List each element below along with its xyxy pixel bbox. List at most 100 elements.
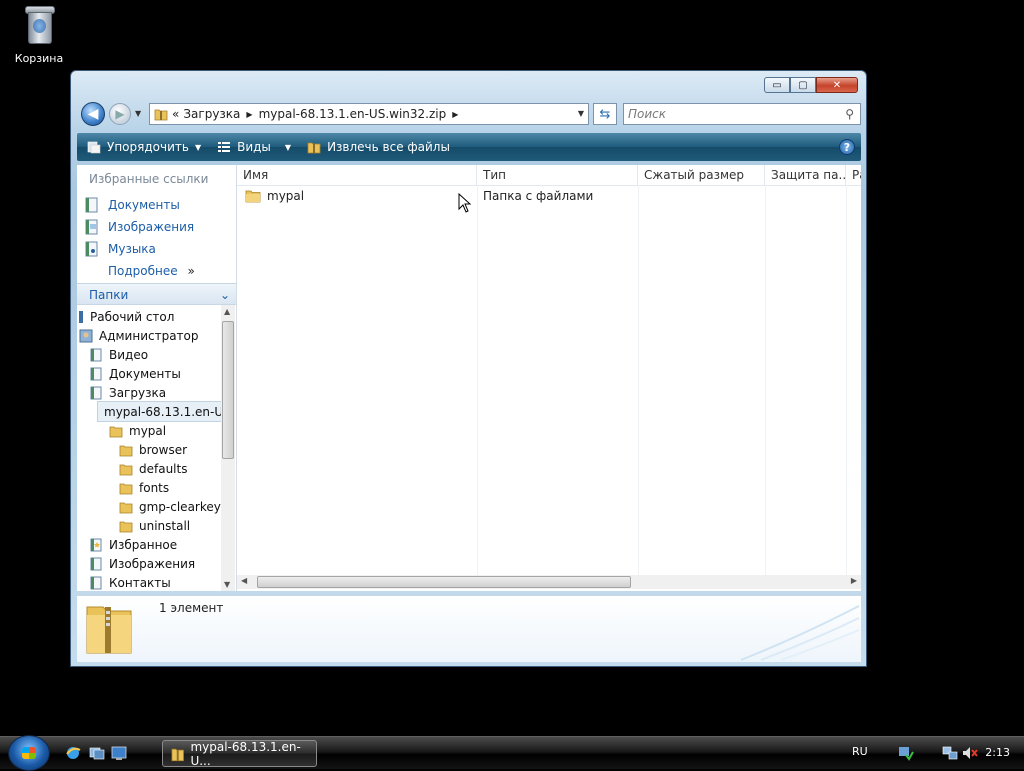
column-divider — [477, 185, 478, 575]
search-icon[interactable]: ⚲ — [845, 107, 854, 121]
quicklaunch-show-desktop[interactable] — [110, 745, 128, 761]
breadcrumb-separator-icon[interactable]: ▶ — [246, 110, 252, 119]
chevron-down-icon: ▼ — [194, 142, 202, 152]
quicklaunch-ie[interactable] — [64, 745, 82, 761]
tree-item-fonts[interactable]: fonts — [119, 478, 169, 497]
tree-item-documents[interactable]: Документы — [89, 364, 181, 383]
caption-buttons: ▭ ▢ ✕ — [764, 77, 858, 93]
taskbar-window-button[interactable]: mypal-68.13.1.en-U... — [162, 739, 317, 768]
item-count: 1 элемент — [159, 601, 224, 615]
forward-arrow-icon: ▶ — [115, 107, 125, 121]
back-button[interactable]: ◀ — [81, 102, 105, 126]
volume-muted-icon[interactable] — [962, 745, 978, 761]
organize-icon — [87, 141, 101, 154]
minimize-button[interactable]: ▭ — [764, 77, 790, 93]
tree-item-label: uninstall — [139, 518, 191, 533]
zip-folder-icon — [154, 109, 168, 121]
tree-item-video[interactable]: Видео — [89, 345, 148, 364]
help-button[interactable]: ? — [839, 139, 855, 155]
column-header-password[interactable]: Защита па... — [765, 165, 846, 185]
column-header-size[interactable]: Ра — [846, 165, 861, 185]
favorite-link-music[interactable]: Музыка — [77, 238, 236, 260]
organize-label: Упорядочить — [107, 140, 189, 154]
scroll-up-icon[interactable]: ▲ — [224, 307, 230, 316]
pictures-icon — [90, 557, 102, 570]
views-button[interactable]: Виды ▼ — [217, 140, 291, 154]
favorite-link-label: Музыка — [108, 242, 156, 256]
folders-header[interactable]: Папки ⌄ — [77, 283, 236, 305]
more-favorites-link[interactable]: Подробнее » — [77, 260, 236, 282]
tree-item-gmp-clearkey[interactable]: gmp-clearkey — [119, 497, 221, 516]
tree-item-pictures[interactable]: Изображения — [89, 554, 195, 573]
network-icon[interactable] — [942, 745, 958, 761]
tree-item-admin[interactable]: Администратор — [79, 326, 199, 345]
forward-button[interactable]: ▶ — [109, 103, 131, 125]
address-dropdown-icon[interactable]: ▼ — [578, 109, 584, 118]
taskbar-window-label: mypal-68.13.1.en-U... — [190, 739, 301, 768]
extract-folder-icon — [307, 142, 321, 154]
extract-all-button[interactable]: Извлечь все файлы — [307, 140, 450, 154]
folder-tree-scrollbar[interactable]: ▲ ▼ — [221, 305, 235, 591]
navigation-bar: ◀ ▶ ▼ « Загрузка ▶ mypal-68.13.1.en-US.w… — [79, 101, 861, 127]
clock[interactable]: 2:13 — [985, 746, 1010, 759]
recycle-bin-desktop-icon[interactable]: Корзина — [10, 2, 68, 65]
folder-icon — [119, 445, 133, 456]
refresh-button[interactable]: ⇆ — [593, 103, 617, 125]
address-bar[interactable]: « Загрузка ▶ mypal-68.13.1.en-US.win32.z… — [149, 103, 589, 125]
column-header-compressed-size[interactable]: Сжатый размер — [638, 165, 765, 185]
favorite-link-pictures[interactable]: Изображения — [77, 216, 236, 238]
column-header-type[interactable]: Тип — [477, 165, 638, 185]
tree-item-label: mypal — [129, 423, 167, 438]
tree-item-desktop[interactable]: Рабочий стол — [79, 307, 174, 326]
scroll-left-icon[interactable]: ◀ — [241, 576, 247, 585]
breadcrumb-zip[interactable]: mypal-68.13.1.en-US.win32.zip — [259, 107, 447, 121]
file-row[interactable]: mypal Папка с файлами — [237, 185, 861, 206]
start-button[interactable] — [8, 735, 50, 771]
favorite-link-documents[interactable]: Документы — [77, 194, 236, 216]
breadcrumb-downloads[interactable]: Загрузка — [183, 107, 240, 121]
close-button[interactable]: ✕ — [816, 77, 858, 93]
scroll-down-icon[interactable]: ▼ — [224, 580, 230, 589]
file-list: Имя Тип Сжатый размер Защита па... Ра my… — [237, 165, 861, 591]
tree-item-label: browser — [139, 442, 188, 457]
tree-item-favorites[interactable]: Избранное — [89, 535, 177, 554]
folder-icon — [245, 190, 261, 202]
organize-button[interactable]: Упорядочить ▼ — [87, 140, 201, 154]
tree-item-label: Изображения — [109, 556, 196, 571]
explorer-window: ▭ ▢ ✕ ◀ ▶ ▼ « Загрузка ▶ mypal-68.13.1.e… — [70, 70, 867, 667]
tree-item-downloads[interactable]: Загрузка — [89, 383, 166, 402]
tree-item-zip[interactable]: mypal-68.13.1.en-U — [97, 401, 223, 422]
desktop-icon — [79, 310, 83, 323]
h-scroll-thumb[interactable] — [257, 576, 631, 588]
tree-item-label: Видео — [109, 347, 149, 362]
column-header-name[interactable]: Имя — [237, 165, 477, 185]
folder-icon — [119, 464, 133, 475]
scroll-right-icon[interactable]: ▶ — [851, 576, 857, 585]
security-center-icon[interactable] — [898, 745, 914, 761]
address-overflow-chevron[interactable]: « — [172, 107, 179, 121]
tree-item-uninstall[interactable]: uninstall — [119, 516, 190, 535]
tree-item-label: mypal-68.13.1.en-U — [104, 404, 224, 419]
folder-icon — [119, 483, 133, 494]
file-list-h-scrollbar[interactable]: ◀ ▶ — [237, 575, 861, 589]
views-label: Виды — [237, 140, 271, 154]
maximize-button[interactable]: ▢ — [790, 77, 816, 93]
documents-icon — [85, 197, 98, 213]
tree-item-browser[interactable]: browser — [119, 440, 187, 459]
tree-item-mypal[interactable]: mypal — [109, 421, 166, 440]
tree-item-label: Контакты — [109, 575, 171, 590]
tree-item-label: fonts — [139, 480, 170, 495]
tree-item-contacts[interactable]: Контакты — [89, 573, 171, 591]
folders-title: Папки — [89, 288, 129, 302]
documents-icon — [90, 367, 102, 380]
search-input[interactable]: Поиск ⚲ — [623, 103, 861, 125]
language-indicator[interactable]: RU — [852, 745, 868, 758]
taskbar: mypal-68.13.1.en-U... RU 2:13 — [0, 735, 1024, 771]
breadcrumb-separator-icon[interactable]: ▶ — [452, 110, 458, 119]
recent-pages-dropdown[interactable]: ▼ — [135, 109, 141, 118]
quicklaunch-switch-windows[interactable] — [88, 745, 106, 761]
tree-item-defaults[interactable]: defaults — [119, 459, 187, 478]
folder-tree: Рабочий стол Администратор Видео Докумен… — [77, 305, 223, 591]
search-placeholder: Поиск — [628, 107, 667, 121]
scroll-thumb[interactable] — [222, 321, 234, 459]
